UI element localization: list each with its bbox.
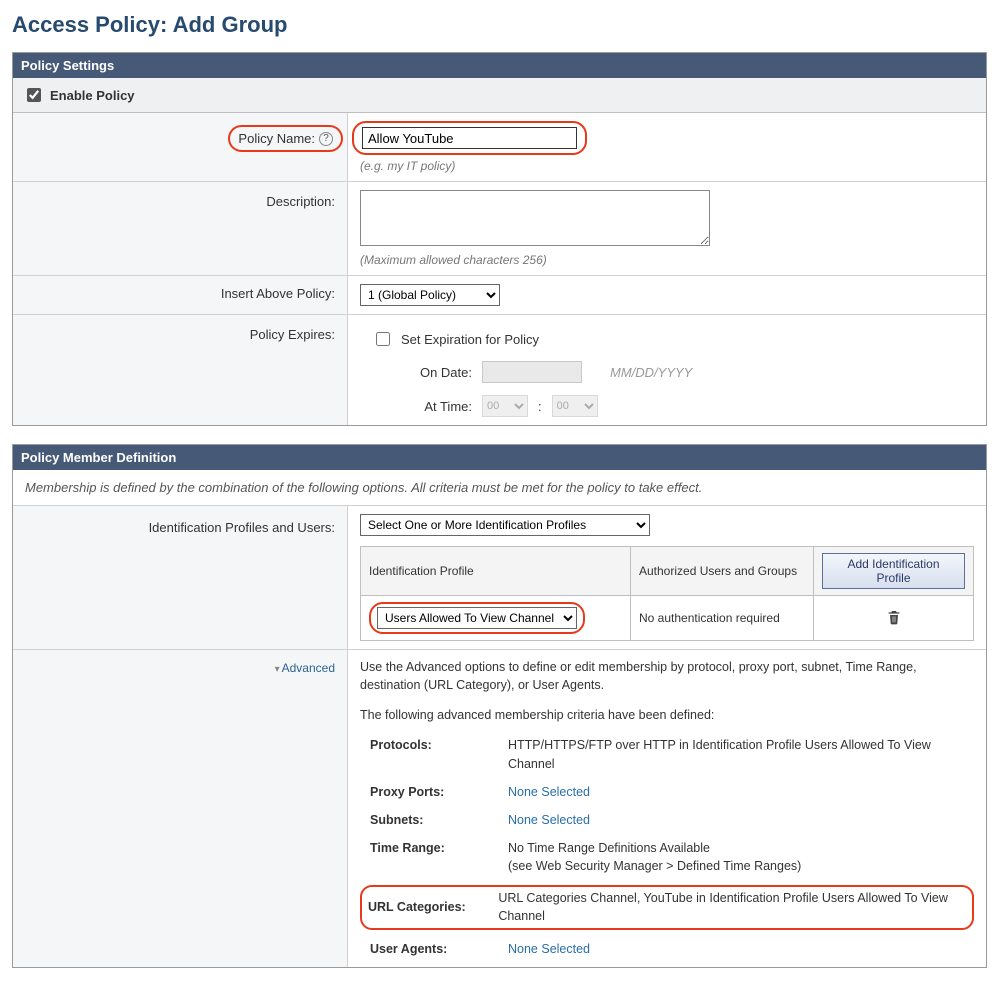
member-definition-panel: Policy Member Definition Membership is d… — [12, 444, 987, 968]
idprof-row: Identification Profiles and Users: Selec… — [13, 506, 986, 650]
proxy-ports-link[interactable]: None Selected — [508, 785, 590, 799]
set-expiration-checkbox[interactable] — [376, 332, 390, 346]
insert-above-select[interactable]: 1 (Global Policy) — [360, 284, 500, 306]
member-definition-description: Membership is defined by the combination… — [13, 470, 986, 506]
url-categories-key: URL Categories: — [368, 898, 480, 916]
policy-expires-label: Policy Expires: — [250, 327, 335, 342]
advanced-row: ▾Advanced Use the Advanced options to de… — [13, 650, 986, 967]
idprof-label: Identification Profiles and Users: — [149, 520, 335, 535]
advanced-toggle[interactable]: ▾Advanced — [275, 661, 335, 675]
auth-text: No authentication required — [631, 596, 814, 641]
trash-icon[interactable] — [886, 614, 902, 628]
description-textarea[interactable] — [360, 190, 710, 246]
time-range-value: No Time Range Definitions Available (see… — [508, 839, 974, 875]
enable-policy-row: Enable Policy — [13, 78, 986, 113]
help-icon[interactable]: ? — [319, 132, 333, 146]
advanced-defined-intro: The following advanced membership criter… — [360, 706, 974, 724]
policy-name-label: Policy Name: — [238, 131, 315, 146]
set-expiration-label: Set Expiration for Policy — [401, 332, 539, 347]
time-range-key: Time Range: — [370, 839, 490, 875]
idprof-table: Identification Profile Authorized Users … — [360, 546, 974, 641]
description-label: Description: — [266, 194, 335, 209]
on-date-label: On Date: — [412, 365, 472, 380]
subnets-key: Subnets: — [370, 811, 490, 829]
user-agents-link[interactable]: None Selected — [508, 942, 590, 956]
policy-name-row: Policy Name: ? (e.g. my IT policy) — [13, 113, 986, 182]
page-title: Access Policy: Add Group — [12, 12, 987, 38]
advanced-intro: Use the Advanced options to define or ed… — [360, 658, 974, 694]
date-format-hint: MM/DD/YYYY — [610, 365, 692, 380]
chevron-down-icon: ▾ — [275, 664, 280, 675]
subnets-link[interactable]: None Selected — [508, 813, 590, 827]
idprof-main-select[interactable]: Select One or More Identification Profil… — [360, 514, 650, 536]
member-definition-header: Policy Member Definition — [13, 445, 986, 470]
profile-row-select[interactable]: Users Allowed To View Channel — [377, 607, 577, 629]
protocols-value: HTTP/HTTPS/FTP over HTTP in Identificati… — [508, 736, 974, 772]
th-profile: Identification Profile — [361, 547, 631, 596]
add-identification-profile-button[interactable]: Add Identification Profile — [822, 553, 965, 589]
on-date-input — [482, 361, 582, 383]
th-auth: Authorized Users and Groups — [631, 547, 814, 596]
policy-settings-panel: Policy Settings Enable Policy Policy Nam… — [12, 52, 987, 426]
at-time-label: At Time: — [412, 399, 472, 414]
url-categories-value: URL Categories Channel, YouTube in Ident… — [498, 889, 966, 925]
enable-policy-label: Enable Policy — [50, 88, 135, 103]
insert-above-row: Insert Above Policy: 1 (Global Policy) — [13, 276, 986, 315]
time-minute-select: 00 — [552, 395, 598, 417]
policy-settings-header: Policy Settings — [13, 53, 986, 78]
time-hour-select: 00 — [482, 395, 528, 417]
time-colon: : — [538, 399, 542, 414]
insert-above-label: Insert Above Policy: — [221, 286, 335, 301]
description-row: Description: (Maximum allowed characters… — [13, 182, 986, 276]
protocols-key: Protocols: — [370, 736, 490, 772]
description-hint: (Maximum allowed characters 256) — [360, 253, 974, 267]
policy-name-input[interactable] — [362, 127, 577, 149]
proxy-ports-key: Proxy Ports: — [370, 783, 490, 801]
policy-name-hint: (e.g. my IT policy) — [360, 159, 974, 173]
table-row: Users Allowed To View Channel No authent… — [361, 596, 974, 641]
user-agents-key: User Agents: — [370, 940, 490, 958]
enable-policy-checkbox[interactable] — [27, 88, 41, 102]
policy-expires-row: Policy Expires: Set Expiration for Polic… — [13, 315, 986, 425]
